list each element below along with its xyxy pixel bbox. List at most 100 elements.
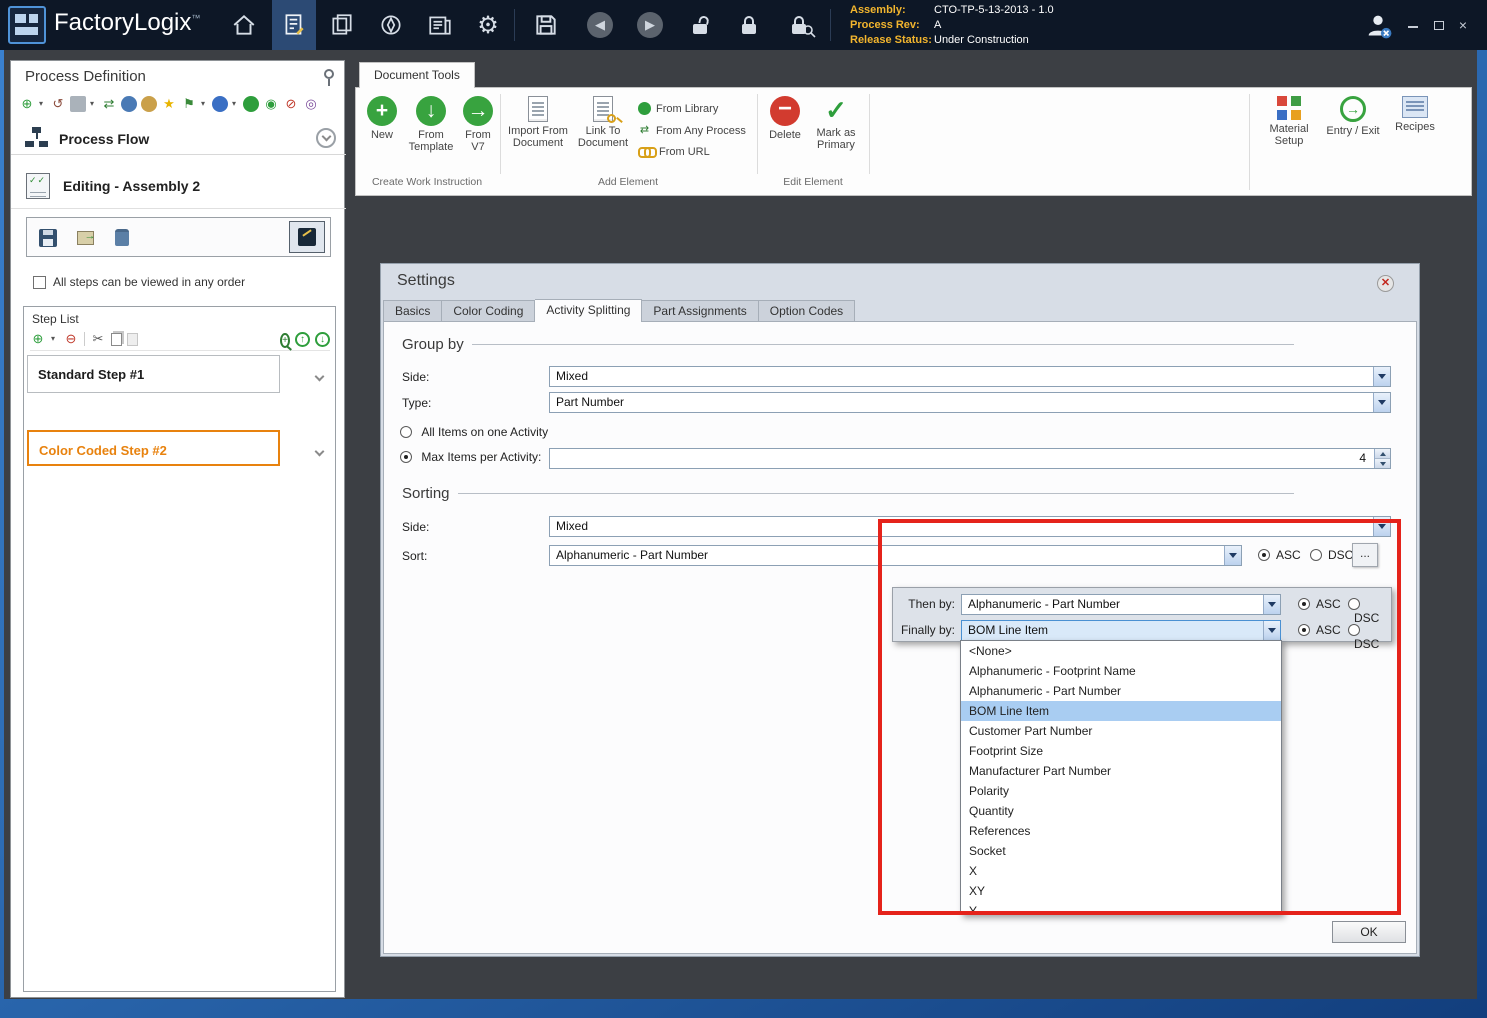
view-order-option: All steps can be viewed in any order [33,275,245,289]
pin-icon[interactable] [324,69,334,79]
step-expand-icon[interactable] [316,444,323,458]
right-group-separator [1249,94,1250,190]
print-icon[interactable] [70,96,86,112]
paste-icon[interactable] [127,333,138,346]
close-button[interactable]: × [1452,15,1474,35]
unlock-icon[interactable] [678,0,722,50]
ribbon-body: + New ↓ From Template → From V7 Create W… [355,87,1472,196]
ok-button[interactable]: OK [1332,921,1406,943]
star-icon[interactable]: ★ [161,96,177,112]
settings-gear-icon[interactable]: ⚙ [466,0,510,50]
add-step-icon[interactable]: ⊕ [30,331,46,347]
dialog-close-icon[interactable]: ✕ [1377,275,1394,292]
add-dropdown-icon[interactable]: ▾ [39,96,46,112]
move-up-icon[interactable]: ↑ [295,332,310,347]
spin-up-icon [1375,449,1390,459]
add-step-dropdown-icon[interactable]: ▾ [51,331,58,347]
delete-document-button[interactable] [106,222,138,253]
from-any-process-button[interactable]: ⇄ From Any Process [638,124,746,137]
print-dropdown-icon[interactable]: ▾ [90,96,97,112]
from-url-icon [638,147,654,157]
layers-icon[interactable] [212,96,228,112]
document-buttons-group [26,217,331,257]
max-items-option[interactable]: Max Items per Activity: [400,450,541,464]
zoom-step-icon[interactable]: + [280,332,290,346]
import-document-button[interactable] [69,222,101,253]
process-rev-label: Process Rev: [850,18,934,33]
new-instruction-button[interactable]: + New [362,96,402,141]
import-from-document-button[interactable]: Import From Document [506,96,570,149]
maximize-button[interactable] [1428,15,1450,35]
step-item-standard[interactable]: Standard Step #1 [27,355,280,393]
group-separator [757,94,758,174]
record-icon[interactable]: ◎ [303,96,319,112]
assembly-label: Assembly: [850,3,934,18]
any-order-checkbox[interactable] [33,276,46,289]
edit-notes-button[interactable] [289,221,325,253]
entry-exit-button[interactable]: → Entry / Exit [1324,96,1382,137]
max-items-spinner[interactable]: 4 [549,448,1391,469]
group-type-combo[interactable]: Part Number [549,392,1391,413]
all-items-radio[interactable] [400,426,412,438]
cut-icon[interactable]: ✂ [90,331,106,347]
material-setup-button[interactable]: Material Setup [1261,96,1317,147]
combo-arrow-icon[interactable] [1373,367,1390,386]
link-to-document-button[interactable]: Link To Document [574,96,632,149]
from-library-button[interactable]: From Library [638,102,718,115]
all-items-option[interactable]: All Items on one Activity [400,425,548,439]
stop-icon[interactable]: ⊘ [283,96,299,112]
add-icon[interactable]: ⊕ [19,96,35,112]
process-flow-row[interactable]: Process Flow [11,123,346,155]
group-side-combo[interactable]: Mixed [549,366,1391,387]
delete-element-button[interactable]: − Delete [764,96,806,141]
group-separator [500,94,501,174]
step-list-toolbar: ⊕ ▾ ⊖ ✂ + ↑ ↓ [30,331,330,351]
assembly-value: CTO-TP-5-13-2013 - 1.0 [934,4,1054,16]
minimize-button[interactable] [1402,15,1424,35]
flag-icon[interactable]: ⚑ [181,96,197,112]
process-rev-value: A [934,19,941,31]
copy-icon[interactable] [111,333,122,346]
from-url-button[interactable]: From URL [638,146,710,158]
work-orders-icon[interactable] [320,0,364,50]
lock-search-icon[interactable] [777,0,821,50]
tab-document-tools[interactable]: Document Tools [359,62,475,88]
layers-dropdown-icon[interactable]: ▾ [232,96,239,112]
save-icon[interactable] [524,0,568,50]
max-items-radio[interactable] [400,451,412,463]
process-definition-icon[interactable] [272,0,316,50]
group-label-edit: Edit Element [759,176,867,188]
start-icon[interactable]: ◉ [263,96,279,112]
reports-icon[interactable] [418,0,462,50]
tab-color-coding[interactable]: Color Coding [442,300,535,322]
sync-icon[interactable]: ⇄ [101,96,117,112]
tab-option-codes[interactable]: Option Codes [759,300,855,322]
step-expand-icon[interactable] [316,369,323,383]
undo-icon[interactable]: ↺ [50,96,66,112]
mark-as-primary-button[interactable]: ✓ Mark as Primary [808,96,864,151]
operator-icon[interactable] [141,96,157,112]
lock-icon[interactable] [727,0,771,50]
step-item-color-coded[interactable]: Color Coded Step #2 [27,430,280,466]
combo-arrow-icon[interactable] [1373,393,1390,412]
save-document-button[interactable] [32,222,64,253]
flag-dropdown-icon[interactable]: ▾ [201,96,208,112]
back-icon[interactable]: ◀ [578,0,622,50]
forward-icon[interactable]: ▶ [628,0,672,50]
globe-icon[interactable] [243,96,259,112]
recipes-button[interactable]: Recipes [1390,96,1440,133]
remove-step-icon[interactable]: ⊖ [63,331,79,347]
move-down-icon[interactable]: ↓ [315,332,330,347]
from-v7-button[interactable]: → From V7 [460,96,496,153]
tab-activity-splitting[interactable]: Activity Splitting [535,299,642,322]
dispatch-icon[interactable] [369,0,413,50]
home-icon[interactable] [222,0,266,50]
collapse-circle-icon[interactable] [316,128,336,148]
user-logout-icon[interactable] [1356,0,1400,50]
titlebar-separator [514,9,515,41]
spinner-buttons[interactable] [1374,449,1390,468]
user-icon[interactable] [121,96,137,112]
tab-basics[interactable]: Basics [383,300,442,322]
tab-part-assignments[interactable]: Part Assignments [642,300,758,322]
from-template-button[interactable]: ↓ From Template [404,96,458,153]
